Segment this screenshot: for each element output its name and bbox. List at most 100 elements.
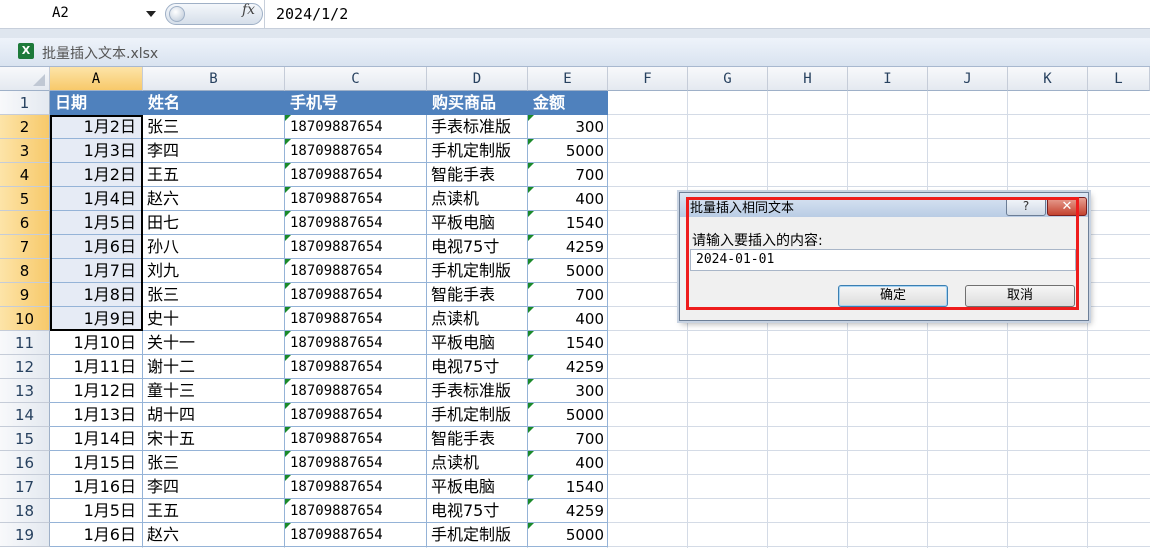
name-cell[interactable]: 张三 bbox=[143, 283, 285, 307]
name-cell[interactable]: 童十三 bbox=[143, 379, 285, 403]
amount-cell[interactable]: 400 bbox=[528, 451, 608, 475]
name-cell[interactable]: 王五 bbox=[143, 163, 285, 187]
column-header-g[interactable]: G bbox=[688, 67, 768, 91]
phone-cell[interactable]: 18709887654 bbox=[285, 259, 427, 283]
row-header-16[interactable]: 16 bbox=[0, 451, 50, 475]
text-input[interactable]: 2024-01-01 bbox=[690, 249, 1076, 271]
product-cell[interactable]: 平板电脑 bbox=[427, 475, 528, 499]
amount-cell[interactable]: 300 bbox=[528, 379, 608, 403]
product-cell[interactable]: 手表标准版 bbox=[427, 115, 528, 139]
date-cell[interactable]: 1月8日 bbox=[50, 283, 143, 307]
phone-cell[interactable]: 18709887654 bbox=[285, 451, 427, 475]
dialog-titlebar[interactable]: 批量插入相同文本 ? ✕ bbox=[680, 193, 1088, 217]
date-cell[interactable]: 1月2日 bbox=[50, 115, 143, 139]
phone-cell[interactable]: 18709887654 bbox=[285, 403, 427, 427]
row-header-10[interactable]: 10 bbox=[0, 307, 50, 331]
name-cell[interactable]: 宋十五 bbox=[143, 427, 285, 451]
column-header-a[interactable]: A bbox=[50, 67, 143, 91]
phone-cell[interactable]: 18709887654 bbox=[285, 331, 427, 355]
product-cell[interactable]: 手机定制版 bbox=[427, 523, 528, 547]
amount-cell[interactable]: 400 bbox=[528, 307, 608, 331]
row-header-2[interactable]: 2 bbox=[0, 115, 50, 139]
table-header-cell[interactable]: 姓名 bbox=[143, 91, 285, 115]
amount-cell[interactable]: 1540 bbox=[528, 211, 608, 235]
product-cell[interactable]: 手表标准版 bbox=[427, 379, 528, 403]
phone-cell[interactable]: 18709887654 bbox=[285, 235, 427, 259]
name-cell[interactable]: 田七 bbox=[143, 211, 285, 235]
date-cell[interactable]: 1月7日 bbox=[50, 259, 143, 283]
name-cell[interactable]: 谢十二 bbox=[143, 355, 285, 379]
product-cell[interactable]: 手机定制版 bbox=[427, 139, 528, 163]
chevron-down-icon[interactable] bbox=[146, 11, 156, 17]
cancel-button[interactable]: 取消 bbox=[965, 285, 1075, 307]
row-header-19[interactable]: 19 bbox=[0, 523, 50, 547]
row-header-15[interactable]: 15 bbox=[0, 427, 50, 451]
date-cell[interactable]: 1月5日 bbox=[50, 211, 143, 235]
date-cell[interactable]: 1月13日 bbox=[50, 403, 143, 427]
amount-cell[interactable]: 400 bbox=[528, 187, 608, 211]
amount-cell[interactable]: 5000 bbox=[528, 523, 608, 547]
phone-cell[interactable]: 18709887654 bbox=[285, 475, 427, 499]
column-header-k[interactable]: K bbox=[1008, 67, 1088, 91]
amount-cell[interactable]: 4259 bbox=[528, 355, 608, 379]
date-cell[interactable]: 1月6日 bbox=[50, 523, 143, 547]
phone-cell[interactable]: 18709887654 bbox=[285, 187, 427, 211]
phone-cell[interactable]: 18709887654 bbox=[285, 523, 427, 547]
row-header-5[interactable]: 5 bbox=[0, 187, 50, 211]
phone-cell[interactable]: 18709887654 bbox=[285, 139, 427, 163]
name-cell[interactable]: 史十 bbox=[143, 307, 285, 331]
column-header-j[interactable]: J bbox=[928, 67, 1008, 91]
row-header-6[interactable]: 6 bbox=[0, 211, 50, 235]
column-header-d[interactable]: D bbox=[427, 67, 528, 91]
row-header-18[interactable]: 18 bbox=[0, 499, 50, 523]
name-cell[interactable]: 王五 bbox=[143, 499, 285, 523]
row-header-3[interactable]: 3 bbox=[0, 139, 50, 163]
name-cell[interactable]: 胡十四 bbox=[143, 403, 285, 427]
phone-cell[interactable]: 18709887654 bbox=[285, 307, 427, 331]
amount-cell[interactable]: 5000 bbox=[528, 139, 608, 163]
amount-cell[interactable]: 5000 bbox=[528, 259, 608, 283]
product-cell[interactable]: 平板电脑 bbox=[427, 211, 528, 235]
row-header-9[interactable]: 9 bbox=[0, 283, 50, 307]
product-cell[interactable]: 智能手表 bbox=[427, 163, 528, 187]
product-cell[interactable]: 点读机 bbox=[427, 307, 528, 331]
date-cell[interactable]: 1月10日 bbox=[50, 331, 143, 355]
date-cell[interactable]: 1月15日 bbox=[50, 451, 143, 475]
amount-cell[interactable]: 700 bbox=[528, 283, 608, 307]
row-header-4[interactable]: 4 bbox=[0, 163, 50, 187]
name-cell[interactable]: 孙八 bbox=[143, 235, 285, 259]
name-cell[interactable]: 李四 bbox=[143, 139, 285, 163]
product-cell[interactable]: 手机定制版 bbox=[427, 403, 528, 427]
name-cell[interactable]: 关十一 bbox=[143, 331, 285, 355]
date-cell[interactable]: 1月4日 bbox=[50, 187, 143, 211]
date-cell[interactable]: 1月16日 bbox=[50, 475, 143, 499]
product-cell[interactable]: 电视75寸 bbox=[427, 355, 528, 379]
amount-cell[interactable]: 1540 bbox=[528, 475, 608, 499]
name-cell[interactable]: 李四 bbox=[143, 475, 285, 499]
cell-reference[interactable]: A2 bbox=[52, 5, 69, 21]
ok-button[interactable]: 确定 bbox=[838, 285, 948, 307]
date-cell[interactable]: 1月11日 bbox=[50, 355, 143, 379]
table-header-cell[interactable]: 手机号 bbox=[285, 91, 427, 115]
name-cell[interactable]: 刘九 bbox=[143, 259, 285, 283]
column-header-c[interactable]: C bbox=[285, 67, 427, 91]
phone-cell[interactable]: 18709887654 bbox=[285, 379, 427, 403]
column-header-f[interactable]: F bbox=[608, 67, 688, 91]
product-cell[interactable]: 智能手表 bbox=[427, 427, 528, 451]
date-cell[interactable]: 1月5日 bbox=[50, 499, 143, 523]
table-header-cell[interactable]: 金额 bbox=[528, 91, 608, 115]
phone-cell[interactable]: 18709887654 bbox=[285, 211, 427, 235]
amount-cell[interactable]: 1540 bbox=[528, 331, 608, 355]
date-cell[interactable]: 1月14日 bbox=[50, 427, 143, 451]
name-cell[interactable]: 赵六 bbox=[143, 187, 285, 211]
date-cell[interactable]: 1月12日 bbox=[50, 379, 143, 403]
row-header-14[interactable]: 14 bbox=[0, 403, 50, 427]
amount-cell[interactable]: 300 bbox=[528, 115, 608, 139]
amount-cell[interactable]: 4259 bbox=[528, 235, 608, 259]
column-header-h[interactable]: H bbox=[768, 67, 848, 91]
product-cell[interactable]: 平板电脑 bbox=[427, 331, 528, 355]
row-header-17[interactable]: 17 bbox=[0, 475, 50, 499]
phone-cell[interactable]: 18709887654 bbox=[285, 355, 427, 379]
select-all-corner[interactable] bbox=[0, 67, 50, 91]
help-button[interactable]: ? bbox=[1006, 197, 1046, 216]
